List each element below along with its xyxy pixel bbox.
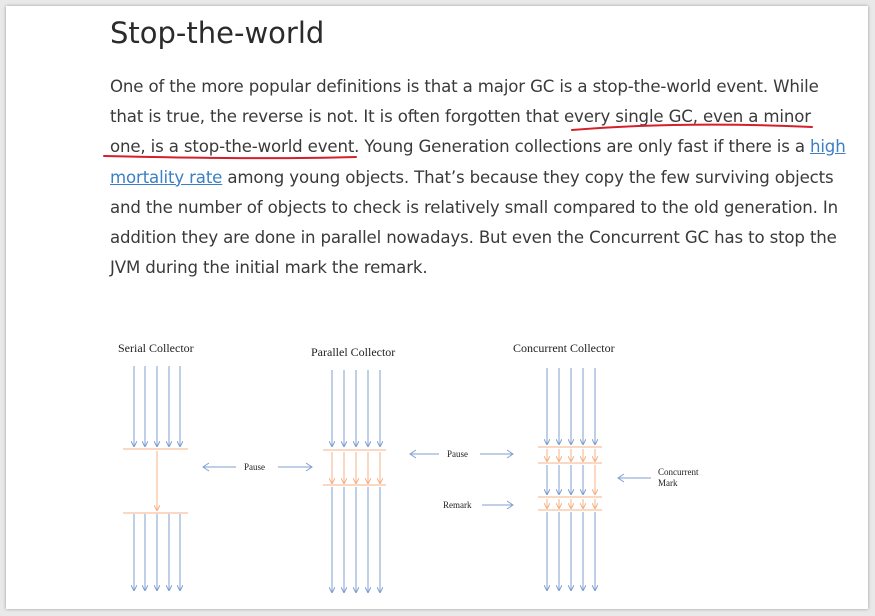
pause-label-1: Pause	[244, 462, 265, 472]
serial-gc-thread	[123, 448, 188, 514]
concurrent-collector-title: Concurrent Collector	[513, 341, 615, 355]
article-paragraph: One of the more popular definitions is t…	[110, 72, 850, 283]
serial-collector-title: Serial Collector	[118, 341, 194, 355]
remark-label: Remark	[443, 500, 472, 510]
parallel-collector-title: Parallel Collector	[311, 345, 395, 359]
concurrent-mark-label-1: Concurrent	[658, 467, 699, 477]
concurrent-mark-label-2: Mark	[658, 478, 678, 488]
pause-label-2: Pause	[447, 449, 468, 459]
parallel-gc-threads	[323, 449, 386, 486]
concurrent-mark-arrow	[617, 473, 651, 483]
paragraph-text-2: . Young Generation collections are only …	[354, 137, 810, 157]
section-heading: Stop-the-world	[110, 16, 325, 50]
remark-arrow	[482, 500, 514, 510]
concurrent-gc-threads	[538, 446, 602, 511]
concurrent-collector-threads	[547, 368, 595, 590]
gc-collectors-diagram: Serial Collector Parallel Collector Conc…	[118, 341, 699, 609]
article-page: Stop-the-world One of the more popular d…	[6, 6, 868, 609]
